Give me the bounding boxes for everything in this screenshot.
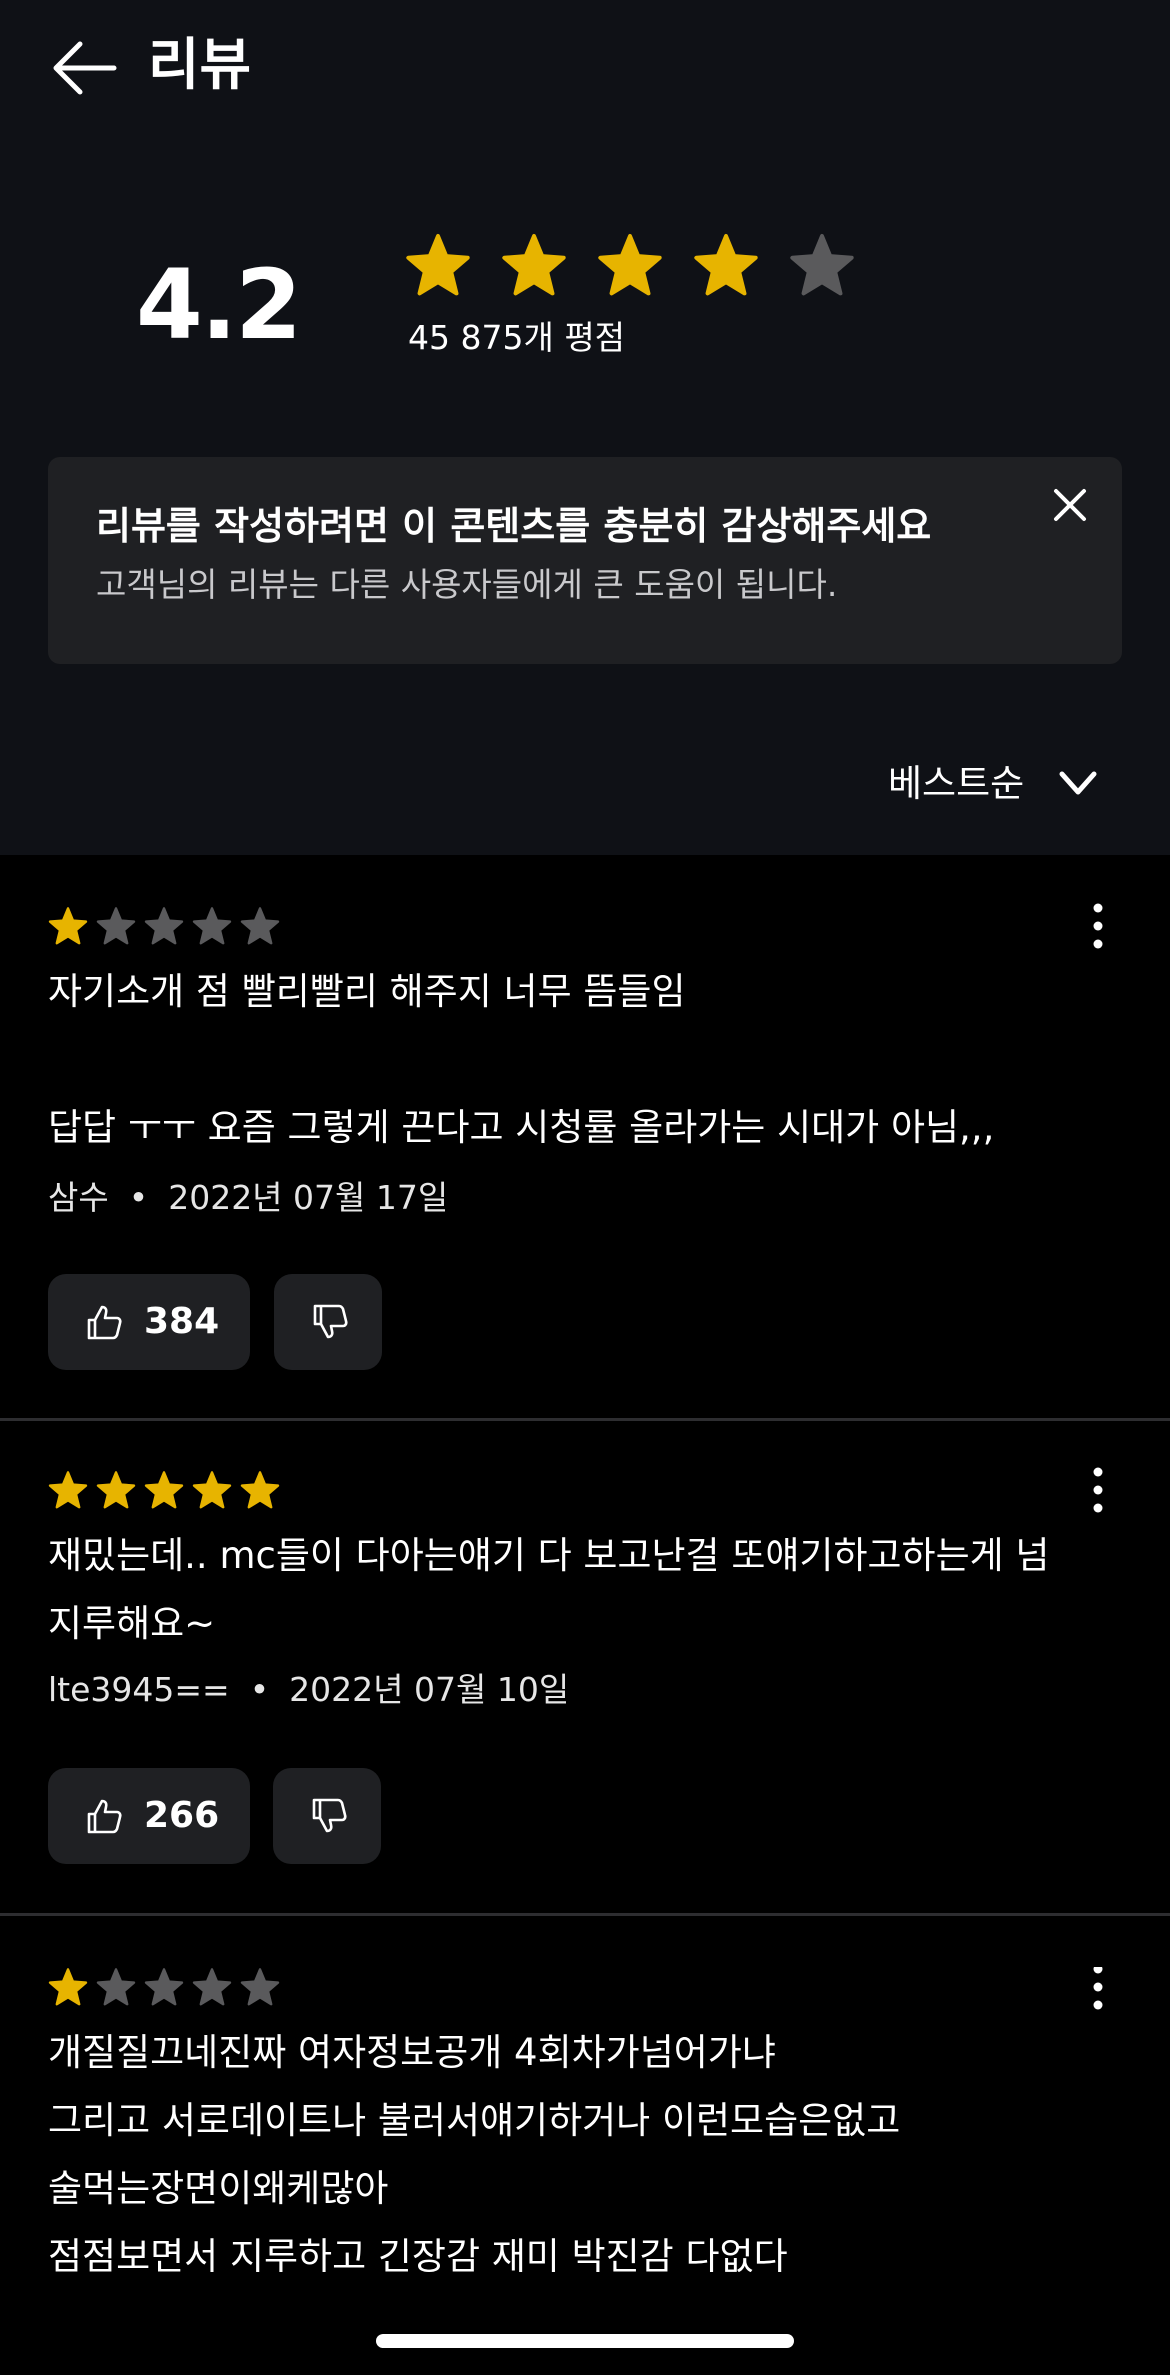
review-text: 재밌는데.. mc들이 다아는얘기 다 보고난걸 또얘기하고하는게 넘 지루해요… [48, 1534, 1050, 1645]
star-filled-icon [598, 233, 662, 296]
back-button[interactable] [50, 38, 122, 98]
review-notice: 리뷰를 작성하려면 이 콘텐츠를 충분히 감상해주세요 고객님의 리뷰는 다른 … [48, 457, 1122, 664]
meta-separator: • [128, 1178, 149, 1217]
star-filled-icon [48, 907, 88, 945]
review-date: 2022년 07월 17일 [168, 1178, 449, 1217]
dislike-button[interactable] [274, 1274, 382, 1370]
review-meta: lte3945== • 2022년 07월 10일 [48, 1668, 569, 1712]
review-item: 자기소개 점 빨리빨리 해주지 너무 뜸들임 답답 ㅜㅜ 요즘 그렇게 끈다고 … [0, 903, 1170, 1386]
close-icon [1054, 489, 1086, 521]
home-bar-area [0, 2272, 1170, 2375]
star-filled-icon [502, 233, 566, 296]
star-empty-icon [96, 1968, 136, 2006]
divider [0, 1418, 1170, 1421]
more-options-button[interactable] [1080, 900, 1116, 952]
star-filled-icon [406, 233, 470, 296]
thumbs-down-icon [313, 1304, 348, 1339]
sort-dropdown[interactable]: 베스트순 [880, 752, 1110, 816]
arrow-left-icon [53, 41, 117, 95]
star-empty-icon [192, 1968, 232, 2006]
like-button[interactable]: 384 [48, 1274, 250, 1370]
dislike-button[interactable] [273, 1768, 381, 1864]
notice-title: 리뷰를 작성하려면 이 콘텐츠를 충분히 감상해주세요 [96, 504, 932, 548]
star-empty-icon [144, 1968, 184, 2006]
like-count: 266 [144, 1795, 220, 1836]
star-filled-icon [48, 1968, 88, 2006]
rating-value: 4.2 [136, 249, 302, 361]
meta-separator: • [249, 1670, 270, 1709]
review-author: lte3945== [48, 1670, 230, 1709]
thumbs-up-icon [87, 1305, 122, 1340]
star-empty-icon [240, 1968, 280, 2006]
star-empty-icon [192, 907, 232, 945]
more-options-button[interactable] [1080, 1967, 1116, 2013]
page-title: 리뷰 [148, 33, 252, 98]
review-item: 재밌는데.. mc들이 다아는얘기 다 보고난걸 또얘기하고하는게 넘 지루해요… [0, 1467, 1170, 1870]
chevron-down-icon [1059, 771, 1097, 795]
divider [0, 1913, 1170, 1916]
star-empty-icon [790, 233, 854, 296]
like-count: 384 [144, 1301, 220, 1342]
star-empty-icon [144, 907, 184, 945]
star-filled-icon [96, 1471, 136, 1509]
thumbs-up-icon [87, 1799, 122, 1834]
rating-count: 45 875개 평점 [408, 318, 626, 357]
review-meta: 삼수 • 2022년 07월 17일 [48, 1176, 448, 1220]
summary-section: 리뷰 4.2 45 875개 평점 리뷰를 작성하려면 이 콘텐츠를 충분히 감… [0, 0, 1170, 855]
sort-label: 베스트순 [888, 762, 1025, 805]
review-author: 삼수 [48, 1178, 109, 1217]
star-empty-icon [240, 907, 280, 945]
thumbs-down-icon [312, 1798, 347, 1833]
more-vertical-icon [1093, 1467, 1103, 1513]
star-empty-icon [96, 907, 136, 945]
like-button[interactable]: 266 [48, 1768, 250, 1864]
notice-close-button[interactable] [1042, 477, 1098, 533]
more-vertical-icon [1093, 1967, 1103, 2010]
star-filled-icon [192, 1471, 232, 1509]
review-text: 자기소개 점 빨리빨리 해주지 너무 뜸들임 답답 ㅜㅜ 요즘 그렇게 끈다고 … [48, 970, 995, 1149]
notice-subtitle: 고객님의 리뷰는 다른 사용자들에게 큰 도움이 됩니다. [96, 565, 838, 604]
star-filled-icon [144, 1471, 184, 1509]
star-filled-icon [48, 1471, 88, 1509]
star-filled-icon [694, 233, 758, 296]
star-filled-icon [240, 1471, 280, 1509]
more-vertical-icon [1093, 903, 1103, 949]
more-options-button[interactable] [1080, 1464, 1116, 1516]
review-text: 개질질끄네진짜 여자정보공개 4회차가넘어가냐 그리고 서로데이트나 불러서얘기… [48, 2031, 901, 2272]
review-date: 2022년 07월 10일 [289, 1670, 570, 1709]
review-item: 개질질끄네진짜 여자정보공개 4회차가넘어가냐 그리고 서로데이트나 불러서얘기… [0, 1967, 1170, 2272]
home-indicator[interactable] [376, 2334, 794, 2348]
